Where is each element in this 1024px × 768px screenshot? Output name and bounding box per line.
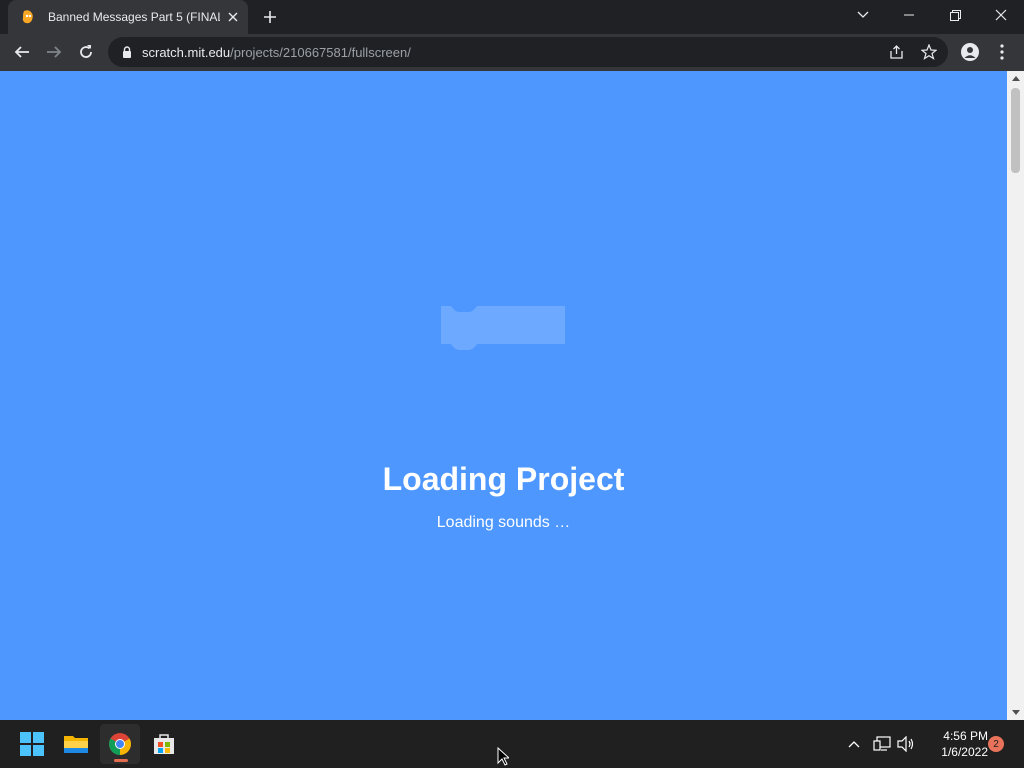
clock-time: 4:56 PM [943, 729, 988, 743]
scratch-loading-screen: Loading Project Loading sounds … [0, 71, 1007, 720]
microsoft-store-icon[interactable] [144, 724, 184, 764]
url-path: /projects/210667581/fullscreen/ [230, 44, 411, 60]
close-window-icon[interactable] [978, 0, 1024, 30]
url-text: scratch.mit.edu/projects/210667581/fulls… [142, 45, 411, 60]
lock-icon[interactable] [120, 45, 134, 59]
page-scrollbar[interactable] [1007, 71, 1024, 720]
windows-start-icon[interactable] [12, 724, 52, 764]
system-clock[interactable]: 4:56 PM 1/6/2022 [926, 728, 988, 760]
chrome-icon[interactable] [100, 724, 140, 764]
active-app-indicator [114, 759, 128, 762]
share-icon[interactable] [888, 43, 906, 61]
scrollbar-thumb[interactable] [1011, 88, 1020, 173]
loading-status: Loading sounds … [436, 514, 571, 531]
url-host: scratch.mit.edu [142, 44, 231, 60]
windows-taskbar: 4:56 PM 1/6/2022 2 [0, 720, 1024, 768]
tab-search-icon[interactable] [840, 0, 886, 30]
minimize-icon[interactable] [886, 0, 932, 30]
browser-tab[interactable]: Banned Messages Part 5 (FINAL) [8, 0, 248, 34]
restore-icon[interactable] [932, 0, 978, 30]
scroll-up-icon[interactable] [1007, 71, 1024, 86]
profile-icon[interactable] [956, 38, 984, 66]
close-tab-icon[interactable] [224, 8, 242, 26]
chevron-up-icon[interactable] [844, 734, 864, 754]
bookmark-star-icon[interactable] [920, 43, 938, 61]
clock-date: 1/6/2022 [941, 745, 988, 759]
new-tab-button[interactable] [258, 6, 282, 28]
back-arrow-icon[interactable] [8, 38, 36, 66]
scroll-down-icon[interactable] [1007, 705, 1024, 720]
address-bar[interactable]: scratch.mit.edu/projects/210667581/fulls… [108, 37, 948, 67]
tab-strip: Banned Messages Part 5 (FINAL) [0, 0, 1024, 34]
tab-title: Banned Messages Part 5 (FINAL) [48, 10, 220, 24]
mouse-cursor-icon [497, 747, 509, 766]
loading-title: Loading Project [382, 461, 625, 497]
volume-icon[interactable] [896, 734, 916, 754]
reload-icon[interactable] [72, 38, 100, 66]
notification-badge[interactable]: 2 [988, 736, 1004, 752]
network-icon[interactable] [872, 734, 892, 754]
forward-arrow-icon[interactable] [40, 38, 68, 66]
browser-toolbar: scratch.mit.edu/projects/210667581/fulls… [0, 34, 1024, 71]
scratch-block-icon [441, 306, 565, 350]
file-explorer-icon[interactable] [56, 724, 96, 764]
scratch-cat-icon [20, 9, 36, 25]
menu-kebab-icon[interactable] [988, 38, 1016, 66]
